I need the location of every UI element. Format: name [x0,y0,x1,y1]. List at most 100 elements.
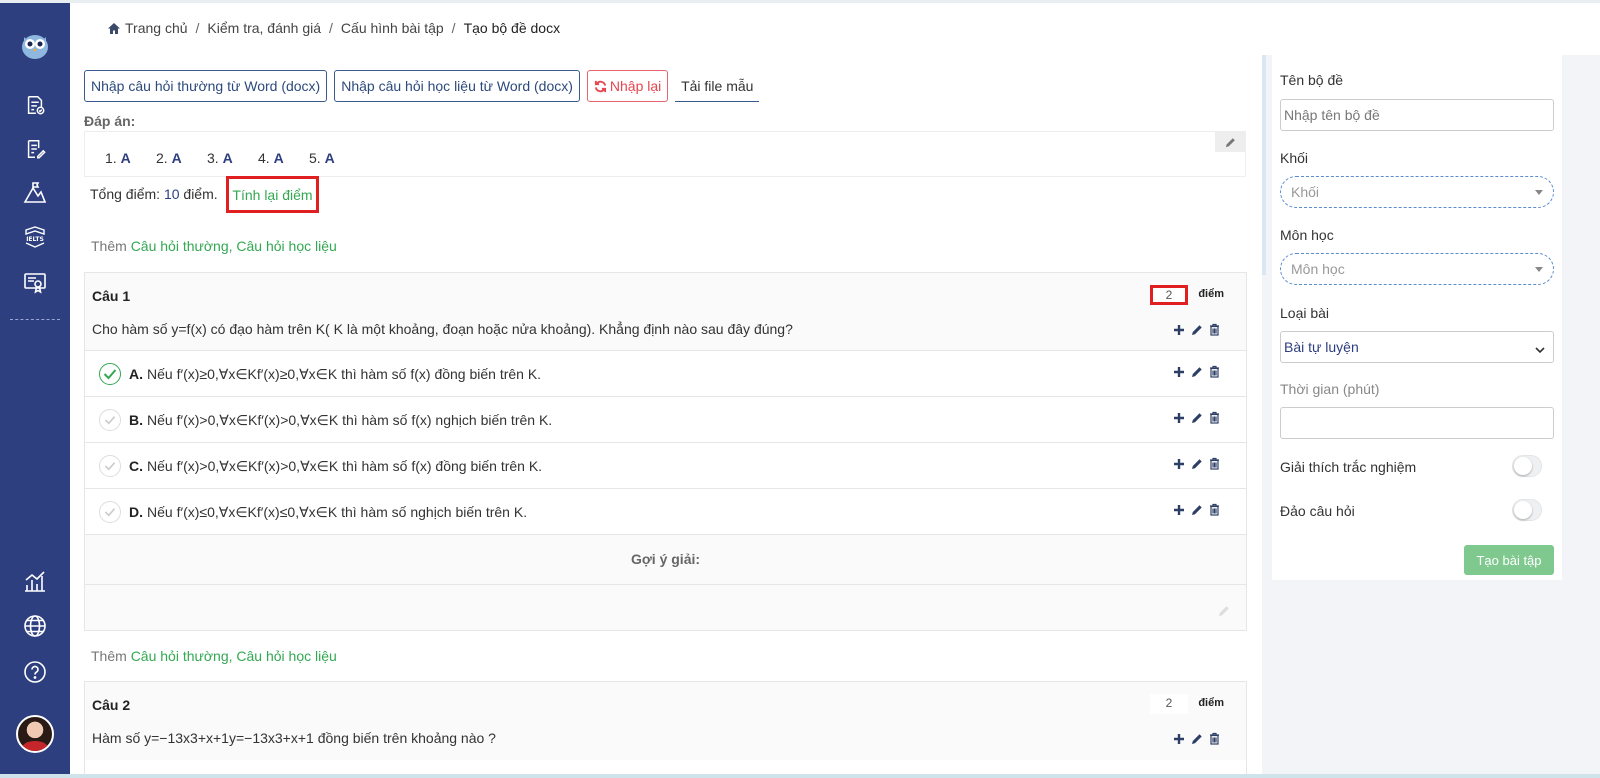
pencil-icon[interactable] [1191,732,1203,748]
caret-down-icon [1535,190,1543,195]
globe-icon[interactable] [0,608,70,644]
refresh-icon [594,80,607,93]
add-question-line: Thêm Câu hỏi thường, Câu hỏi học liệu [91,648,337,664]
explain-toggle[interactable] [1512,455,1542,477]
add-question-links[interactable]: Câu hỏi thường, Câu hỏi học liệu [131,648,337,664]
answer-item: 4. A [258,150,284,166]
pencil-icon[interactable] [1191,365,1203,381]
check-icon[interactable] [99,501,121,523]
question-score-input[interactable]: 2 [1150,694,1188,714]
plus-icon[interactable] [1173,732,1185,748]
sidebar: IELTS [0,3,70,774]
exam-name-label: Tên bộ đề [1280,72,1344,88]
trash-icon[interactable] [1209,503,1220,519]
import-toolbar: Nhập câu hỏi thường từ Word (docx) Nhập … [84,70,760,102]
hint-editor[interactable] [85,585,1246,630]
score-unit-label: điểm [1198,697,1224,709]
exam-settings-panel: Tên bộ đề Khối Khối Môn học Môn học Loại… [1272,55,1562,580]
answers-list: 1. A 2. A 3. A 4. A 5. A [105,150,360,166]
pencil-icon[interactable] [1191,503,1203,519]
question-text: Cho hàm số y=f(x) có đạo hàm trên K( K l… [92,321,793,337]
breadcrumb-separator: / [329,20,333,36]
document-edit-icon[interactable] [0,131,70,167]
correct-check-icon[interactable] [99,363,121,385]
breadcrumb-home[interactable]: Trang chủ [125,20,188,36]
add-question-line: Thêm Câu hỏi thường, Câu hỏi học liệu [91,238,337,254]
answer-item: 2. A [156,150,182,166]
pencil-icon[interactable] [1218,604,1230,620]
trash-icon[interactable] [1209,411,1220,427]
top-border [0,0,1600,3]
option-row-a[interactable]: A. Nếu f′(x)≥0,∀x∈Kf′(x)≥0,∀x∈K thì hàm s… [85,351,1246,397]
trash-icon[interactable] [1209,323,1220,339]
grade-select[interactable]: Khối [1280,176,1554,208]
question-card-2: Câu 2 2 điểm Hàm số y=−13x3+x+1y=−13x3+x… [84,681,1247,774]
option-row-b[interactable]: B. Nếu f′(x)>0,∀x∈Kf′(x)>0,∀x∈K thì hàm s… [85,397,1246,443]
ielts-badge-icon[interactable]: IELTS [0,219,70,255]
reimport-button[interactable]: Nhập lại [586,70,669,102]
bar-chart-icon[interactable] [0,563,70,599]
answer-item: 5. A [309,150,335,166]
owl-logo-icon[interactable] [19,29,51,61]
option-text: Nếu f′(x)≤0,∀x∈Kf′(x)≤0,∀x∈K thì hàm số … [147,504,528,520]
pencil-icon[interactable] [1191,457,1203,473]
explain-toggle-label: Giải thích trắc nghiệm [1280,459,1417,475]
breadcrumb-assessment[interactable]: Kiểm tra, đánh giá [207,20,321,36]
grade-label: Khối [1280,150,1309,166]
time-input[interactable] [1280,407,1554,439]
chevron-down-icon [1535,341,1545,357]
breadcrumb-exercise-config[interactable]: Cấu hình bài tập [341,20,444,36]
chart-mountain-icon[interactable] [0,175,70,211]
import-normal-docx-button[interactable]: Nhập câu hỏi thường từ Word (docx) [84,70,328,102]
plus-icon[interactable] [1173,411,1185,427]
question-card-1: Câu 1 2 điểm Cho hàm số y=f(x) có đạo hà… [84,272,1247,631]
plus-icon[interactable] [1173,503,1185,519]
breadcrumb-separator: / [195,20,200,36]
trash-icon[interactable] [1209,732,1220,748]
subject-select[interactable]: Môn học [1280,253,1554,285]
question-circle-icon[interactable] [0,654,70,690]
check-icon[interactable] [99,409,121,431]
option-text: Nếu f′(x)≥0,∀x∈Kf′(x)≥0,∀x∈K thì hàm số … [147,366,542,382]
create-exercise-button[interactable]: Tạo bài tập [1464,545,1554,575]
answer-item: 3. A [207,150,233,166]
option-row-d[interactable]: D. Nếu f′(x)≤0,∀x∈Kf′(x)≤0,∀x∈K thì hàm s… [85,489,1246,535]
add-question-links[interactable]: Câu hỏi thường, Câu hỏi học liệu [131,238,337,254]
caret-down-icon [1535,267,1543,272]
hint-header: Gợi ý giải: [85,535,1246,585]
pencil-icon[interactable] [1191,323,1203,339]
exercise-type-select[interactable]: Bài tự luyện [1280,331,1554,363]
trash-icon[interactable] [1209,365,1220,381]
question-score-input[interactable]: 2 [1150,285,1188,305]
answers-label: Đáp án: [84,113,136,129]
home-icon[interactable] [107,22,121,35]
certificate-icon[interactable] [0,265,70,301]
question-title: Câu 1 [92,288,131,304]
plus-icon[interactable] [1173,365,1185,381]
trash-icon[interactable] [1209,457,1220,473]
shuffle-toggle[interactable] [1512,499,1542,521]
pencil-icon[interactable] [1191,411,1203,427]
plus-icon[interactable] [1173,457,1185,473]
reimport-label: Nhập lại [609,78,662,94]
answers-box: 1. A 2. A 3. A 4. A 5. A [84,131,1246,177]
bottom-border [0,774,1600,778]
import-material-docx-button[interactable]: Nhập câu hỏi học liệu từ Word (docx) [334,70,580,102]
download-template-button[interactable]: Tải file mẫu [675,70,760,102]
shuffle-toggle-label: Đảo câu hỏi [1280,503,1355,519]
breadcrumb: Trang chủ / Kiểm tra, đánh giá / Cấu hìn… [107,20,560,36]
hint-label: Gợi ý giải: [630,551,701,567]
exam-name-input[interactable] [1280,99,1554,131]
question-text: Hàm số y=−13x3+x+1y=−13x3+x+1 đồng biến … [92,730,496,746]
document-check-icon[interactable] [0,87,70,123]
plus-icon[interactable] [1173,323,1185,339]
option-row-c[interactable]: C. Nếu f′(x)>0,∀x∈Kf′(x)>0,∀x∈K thì hàm s… [85,443,1246,489]
user-avatar[interactable] [16,715,54,753]
recalculate-score-link[interactable]: Tính lại điểm [226,176,319,213]
right-panel-accent [1262,55,1266,275]
check-icon[interactable] [99,455,121,477]
edit-answers-button[interactable] [1215,132,1245,152]
total-score: Tổng điểm: 10 điểm. [90,186,218,202]
exercise-type-label: Loại bài [1280,305,1330,321]
answer-item: 1. A [105,150,131,166]
